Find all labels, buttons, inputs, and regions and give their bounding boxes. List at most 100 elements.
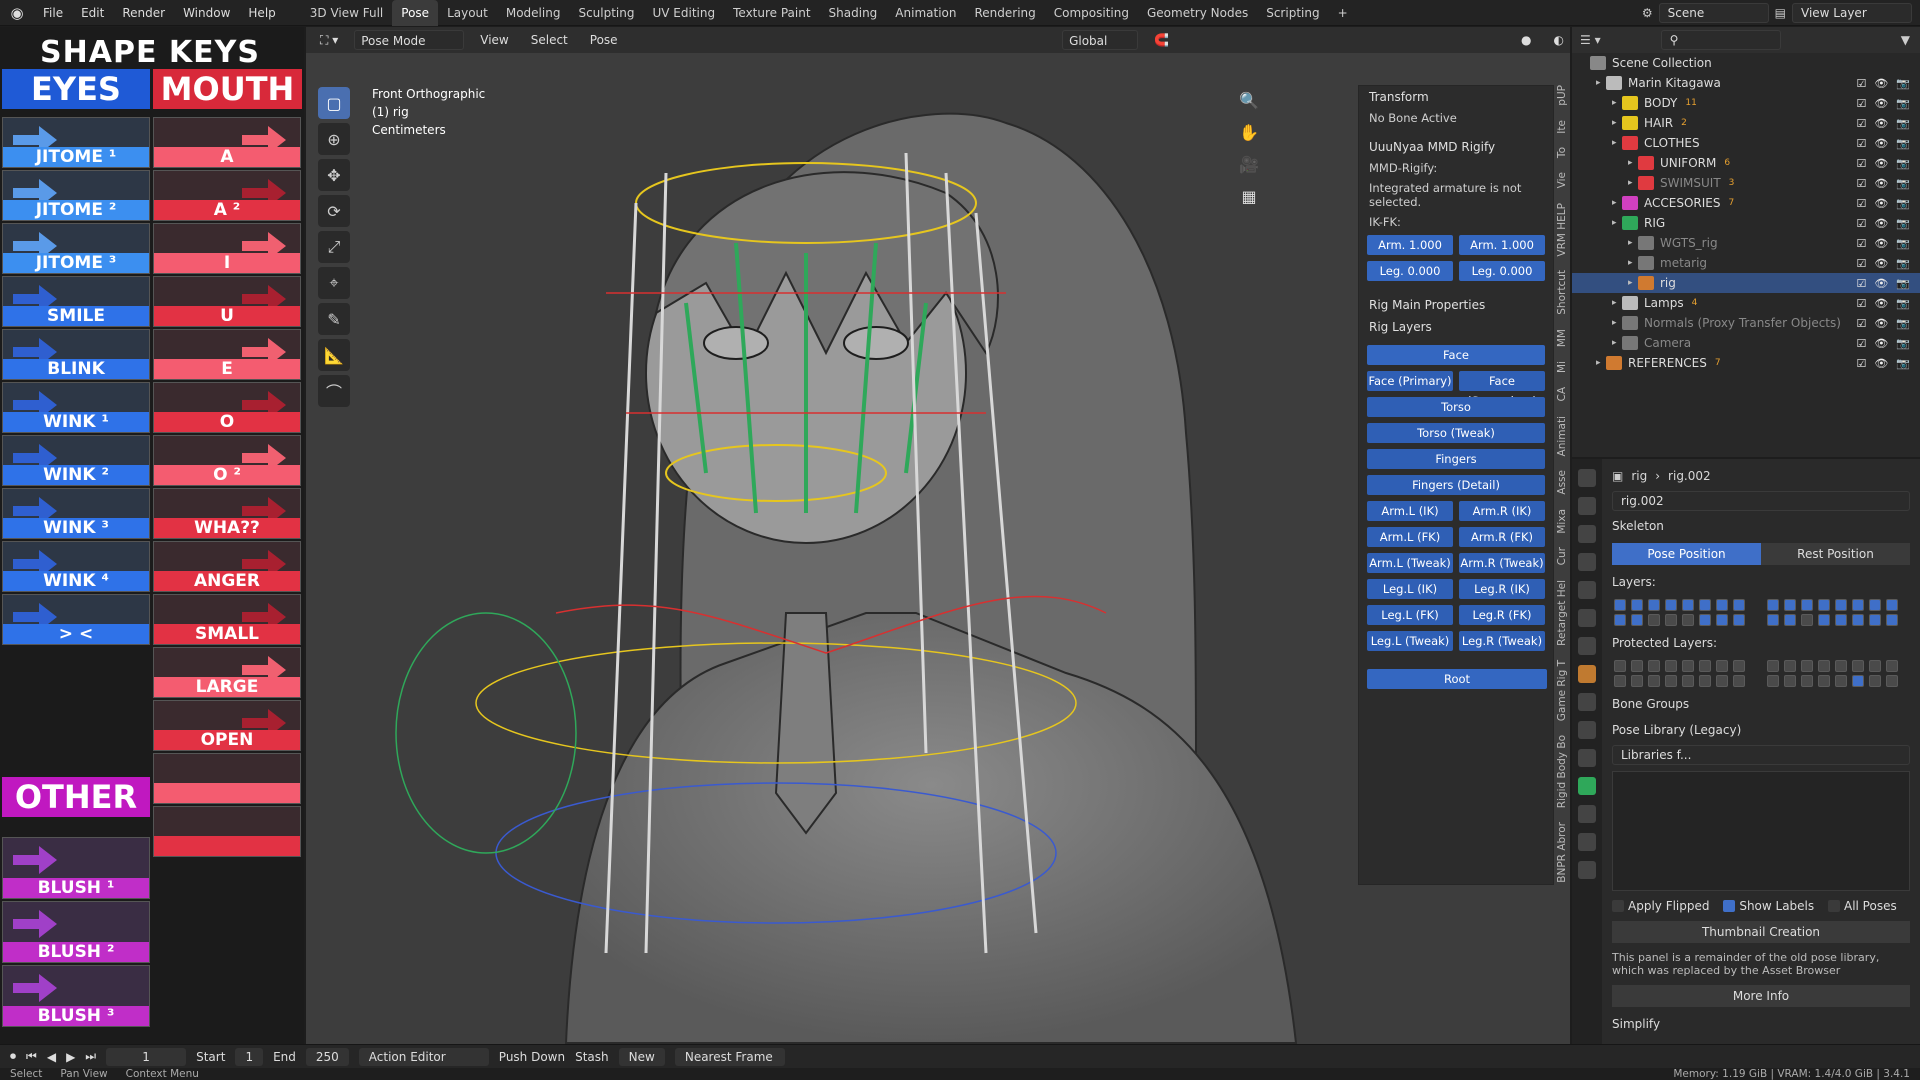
layer-dot[interactable] (1665, 614, 1677, 626)
sidebar-tab[interactable]: pUP (1556, 85, 1570, 106)
layer-dot[interactable] (1835, 599, 1847, 611)
mouth-key-button[interactable]: E (153, 329, 301, 380)
layer-dot[interactable] (1699, 614, 1711, 626)
eye-icon[interactable]: 👁 (1874, 317, 1888, 330)
rest-position-button[interactable]: Rest Position (1761, 543, 1910, 565)
eye-key-button[interactable]: WINK ³ (2, 488, 150, 539)
expand-arrow-icon[interactable]: ▸ (1612, 298, 1622, 308)
sidebar-tab[interactable]: Mixa (1556, 509, 1570, 534)
expand-arrow-icon[interactable]: ▸ (1612, 338, 1622, 348)
render-tab-icon[interactable] (1578, 497, 1596, 515)
rig-layer-button[interactable]: Leg.L (FK) (1367, 605, 1453, 625)
layer-dot[interactable] (1869, 599, 1881, 611)
orientation-select[interactable]: Global (1062, 30, 1139, 50)
outliner-item[interactable]: ▸ Lamps 4 ☑ 👁 📷 (1572, 293, 1920, 313)
all-poses-checkbox[interactable]: All Poses (1827, 899, 1897, 913)
grid-icon[interactable]: ▦ (1236, 183, 1262, 209)
view-layer-field[interactable]: View Layer (1792, 3, 1912, 23)
blush-key-button[interactable]: BLUSH ² (2, 901, 150, 963)
sidebar-tab[interactable]: Rigid Body Bo (1556, 735, 1570, 808)
layer-dot[interactable] (1614, 675, 1626, 687)
eye-key-button[interactable]: WINK ¹ (2, 382, 150, 433)
menu-select[interactable]: Select (525, 30, 574, 50)
start-frame-field[interactable]: 1 (235, 1047, 264, 1066)
layer-dot[interactable] (1716, 660, 1728, 672)
jump-start-icon[interactable]: ⏮ (26, 1049, 37, 1064)
layer-dot[interactable] (1733, 599, 1745, 611)
outliner-item[interactable]: ▸ REFERENCES 7 ☑ 👁 📷 (1572, 353, 1920, 373)
eye-key-button[interactable]: SMILE (2, 276, 150, 327)
exclude-checkbox-icon[interactable]: ☑ (1856, 117, 1866, 130)
outliner-item[interactable]: ▸ Normals (Proxy Transfer Objects) ☑ 👁 📷 (1572, 313, 1920, 333)
layer-dot[interactable] (1648, 660, 1660, 672)
expand-arrow-icon[interactable]: ▸ (1612, 118, 1622, 128)
layer-dot[interactable] (1631, 614, 1643, 626)
layer-dot[interactable] (1614, 614, 1626, 626)
rig-layer-button[interactable]: Torso (Tweak) (1367, 423, 1545, 443)
pose-position-button[interactable]: Pose Position (1612, 543, 1761, 565)
play-reverse-icon[interactable]: ◀ (47, 1050, 56, 1064)
armature-datablock-field[interactable]: rig.002 (1612, 491, 1910, 511)
layer-dot[interactable] (1818, 660, 1830, 672)
layer-dot[interactable] (1801, 599, 1813, 611)
layer-dot[interactable] (1784, 675, 1796, 687)
transform-header[interactable]: Transform (1359, 86, 1553, 108)
layer-dot[interactable] (1682, 675, 1694, 687)
tab-texture-paint[interactable]: Texture Paint (724, 0, 819, 26)
layer-dot[interactable] (1682, 660, 1694, 672)
outliner-item[interactable]: ▸ RIG ☑ 👁 📷 (1572, 213, 1920, 233)
layer-dot[interactable] (1886, 660, 1898, 672)
tab-pose[interactable]: Pose (392, 0, 439, 26)
camera-render-icon[interactable]: 📷 (1896, 257, 1910, 270)
exclude-checkbox-icon[interactable]: ☑ (1856, 257, 1866, 270)
sidebar-tab[interactable]: Game Rig T (1556, 660, 1570, 721)
outliner-editor-icon[interactable]: ☰ ▾ (1580, 33, 1601, 47)
rig-layer-button[interactable]: Leg.L (Tweak) (1367, 631, 1453, 651)
exclude-checkbox-icon[interactable]: ☑ (1856, 317, 1866, 330)
eye-icon[interactable]: 👁 (1874, 137, 1888, 150)
expand-arrow-icon[interactable]: ▸ (1628, 278, 1638, 288)
layer-dot[interactable] (1767, 675, 1779, 687)
simplify-header[interactable]: Simplify (1608, 1011, 1914, 1037)
rig-layer-button[interactable]: Fingers (1367, 449, 1545, 469)
jump-end-icon[interactable]: ⏭ (85, 1049, 96, 1064)
bone-groups-header[interactable]: Bone Groups (1608, 691, 1914, 717)
mouth-key-button[interactable] (153, 753, 301, 804)
menu-render[interactable]: Render (113, 0, 174, 26)
layer-dot[interactable] (1716, 675, 1728, 687)
texture-tab-icon[interactable] (1578, 861, 1596, 879)
tab-scripting[interactable]: Scripting (1257, 0, 1328, 26)
exclude-checkbox-icon[interactable]: ☑ (1856, 77, 1866, 90)
exclude-checkbox-icon[interactable]: ☑ (1856, 97, 1866, 110)
layer-dot[interactable] (1869, 675, 1881, 687)
menu-file[interactable]: File (34, 0, 72, 26)
menu-help[interactable]: Help (239, 0, 284, 26)
rig-layers-header[interactable]: Rig Layers (1359, 316, 1553, 338)
editor-type-icon[interactable]: ⛶ ▾ (314, 30, 344, 50)
layer-dot[interactable] (1767, 614, 1779, 626)
world-tab-icon[interactable] (1578, 609, 1596, 627)
layer-dot[interactable] (1648, 599, 1660, 611)
tab-geometry-nodes[interactable]: Geometry Nodes (1138, 0, 1257, 26)
mouth-key-button[interactable]: LARGE (153, 647, 301, 698)
current-frame-field[interactable]: 1 (106, 1047, 187, 1066)
expand-arrow-icon[interactable]: ▸ (1628, 178, 1638, 188)
layer-dot[interactable] (1699, 675, 1711, 687)
tab-modeling[interactable]: Modeling (497, 0, 570, 26)
sidebar-tab[interactable]: Vie (1556, 172, 1570, 188)
layer-dot[interactable] (1818, 599, 1830, 611)
layer-dot[interactable] (1818, 614, 1830, 626)
eye-icon[interactable]: 👁 (1874, 297, 1888, 310)
object-tab-icon[interactable] (1578, 665, 1596, 683)
outliner-item[interactable]: ▸ Camera ☑ 👁 📷 (1572, 333, 1920, 353)
add-workspace-button[interactable]: + (1329, 0, 1357, 26)
layer-dot[interactable] (1665, 660, 1677, 672)
layer-dot[interactable] (1852, 614, 1864, 626)
layer-dot[interactable] (1699, 599, 1711, 611)
layer-dot[interactable] (1648, 675, 1660, 687)
layer-dot[interactable] (1784, 599, 1796, 611)
blush-key-button[interactable]: BLUSH ³ (2, 965, 150, 1027)
outliner-item[interactable]: ▸ SWIMSUIT 3 ☑ 👁 📷 (1572, 173, 1920, 193)
outliner-item[interactable]: ▸ WGTS_rig ☑ 👁 📷 (1572, 233, 1920, 253)
collection-tab-icon[interactable] (1578, 637, 1596, 655)
